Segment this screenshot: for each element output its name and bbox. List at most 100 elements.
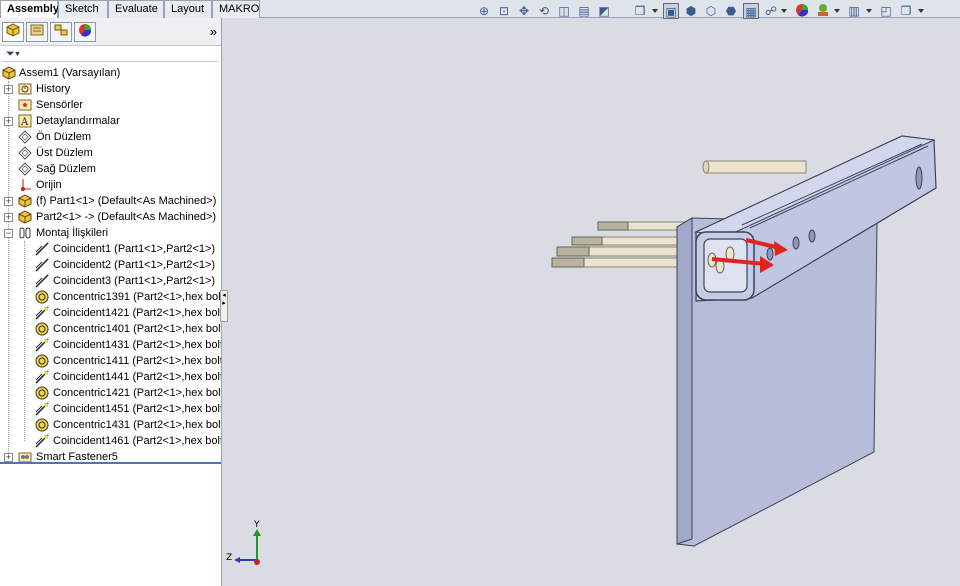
feature-manager-icon[interactable] [2,22,24,42]
display-style-shaded-icon[interactable]: ⬢ [683,3,699,19]
view-settings-icon[interactable]: ▥ [846,3,862,19]
tree-item-label: History [36,83,71,95]
window-icon[interactable]: ❐ [898,3,914,19]
edit-appearance-icon[interactable] [794,3,810,19]
rollback-bar[interactable] [0,462,221,464]
configuration-manager-icon[interactable] [50,22,72,42]
tab-evaluate[interactable]: Evaluate [108,0,164,18]
3d-view-icon[interactable]: ◰ [878,3,894,19]
origin-icon [18,178,32,192]
hidden-lines-icon[interactable]: ⬡ [703,3,719,19]
apply-scene-icon[interactable] [815,3,831,19]
section-view-icon[interactable]: ◫ [556,3,572,19]
previous-view-icon[interactable]: ◩ [596,3,612,19]
tree-item-part2[interactable]: + Part2<1> -> (Default<As Machined>) [0,209,221,225]
view-orientation-icon[interactable]: ❒ [632,3,648,19]
expand-icon[interactable]: + [4,453,13,462]
bolt-upper[interactable] [702,160,807,174]
part-icon [18,194,32,208]
concentric-icon [35,322,49,336]
expand-panel-icon[interactable]: » [210,24,217,39]
feature-manager-tabs: » [0,18,221,46]
tree-item-sensors[interactable]: Sensörler [0,97,221,113]
display-style-shaded-edges-icon[interactable]: ▣ [663,3,679,19]
zoom-to-fit-icon[interactable]: ⊕ [476,3,492,19]
zoom-to-area-icon[interactable]: ⊡ [496,3,512,19]
tree-item-label: Coincident1441 (Part2<1>,hex bolt g [53,371,221,383]
bolt-lower[interactable] [551,257,689,268]
pan-icon[interactable]: ✥ [516,3,532,19]
coincident-icon [35,242,49,256]
tree-item-label: Coincident1451 (Part2<1>,hex bolt g [53,403,221,415]
tree-item-label: Üst Düzlem [36,147,93,159]
plane-icon [18,130,32,144]
tree-item-mate[interactable]: Concentric1431 (Part2<1>,hex bolt g [0,417,221,433]
graphics-viewport[interactable] [222,18,960,586]
coincident-icon [35,370,49,384]
hide-show-items-icon[interactable]: ☍ [763,3,779,19]
concentric-icon [35,290,49,304]
tree-item-mate[interactable]: Coincident1431 (Part2<1>,hex bolt g [0,337,221,353]
tree-item-mate[interactable]: Concentric1401 (Part2<1>,hex bolt g [0,321,221,337]
tab-assembly[interactable]: Assembly [0,0,59,19]
tree-item-mate[interactable]: Coincident1451 (Part2<1>,hex bolt g [0,401,221,417]
tree-item-top-plane[interactable]: Üst Düzlem [0,145,221,161]
assembly-icon [2,66,16,80]
tree-item-mate[interactable]: Coincident1441 (Part2<1>,hex bolt g [0,369,221,385]
expand-icon[interactable]: + [4,197,13,206]
collapse-icon[interactable]: − [4,229,13,238]
tree-item-mate[interactable]: Coincident1421 (Part2<1>,hex bolt g [0,305,221,321]
tab-makro[interactable]: MAKRO [212,0,260,18]
history-icon [18,82,32,96]
tab-layout[interactable]: Layout [164,0,212,18]
tree-item-annotations[interactable]: + A Detaylandırmalar [0,113,221,129]
tree-item-label: Detaylandırmalar [36,115,120,127]
expand-icon[interactable]: + [4,213,13,222]
tree-item-front-plane[interactable]: Ön Düzlem [0,129,221,145]
tree-item-right-plane[interactable]: Sağ Düzlem [0,161,221,177]
tree-item-mate[interactable]: Coincident2 (Part1<1>,Part2<1>) [0,257,221,273]
rotate-icon[interactable]: ⟲ [536,3,552,19]
property-manager-icon[interactable] [26,22,48,42]
filter-icon[interactable]: ⏷▾ [6,48,20,61]
feature-manager-panel: » ⏷▾ Assem1 (Varsayılan) + History Sensö… [0,18,222,586]
tree-item-origin[interactable]: Orijin [0,177,221,193]
triad-y-label: Y [254,520,260,530]
tab-sketch[interactable]: Sketch [58,0,108,18]
tree-item-label: Coincident1 (Part1<1>,Part2<1>) [53,243,216,255]
tree-item-mate[interactable]: Concentric1411 (Part2<1>,hex bolt g [0,353,221,369]
display-style-pressed-icon[interactable]: ▦ [743,3,759,19]
bolt-mid-1[interactable] [597,221,689,231]
tree-item-label: Coincident2 (Part1<1>,Part2<1>) [53,259,216,271]
tree-item-mate[interactable]: Coincident3 (Part1<1>,Part2<1>) [0,273,221,289]
dynamic-annotation-icon[interactable]: ▤ [576,3,592,19]
tree-item-mates[interactable]: − Montaj İlişkileri [0,225,221,241]
tree-item-mate[interactable]: Coincident1461 (Part2<1>,hex bolt g [0,433,221,449]
display-manager-icon[interactable] [74,22,96,42]
tree-item-mate[interactable]: Coincident1 (Part1<1>,Part2<1>) [0,241,221,257]
part-icon [18,210,32,224]
chevron-down-icon[interactable] [866,9,872,13]
expand-icon[interactable]: + [4,85,13,94]
chevron-down-icon[interactable] [652,9,658,13]
bolt-mid-3[interactable] [556,246,689,257]
tree-item-label: Coincident1461 (Part2<1>,hex bolt g [53,435,221,447]
chevron-down-icon[interactable] [834,9,840,13]
tree-item-label: Ön Düzlem [36,131,92,143]
tree-item-history[interactable]: + History [0,81,221,97]
chevron-down-icon[interactable] [781,9,787,13]
tree-item-part1[interactable]: + (f) Part1<1> (Default<As Machined>) [0,193,221,209]
chevron-down-icon[interactable] [918,9,924,13]
tree-item-label: (f) Part1<1> (Default<As Machined>) [36,195,217,207]
plane-icon [18,162,32,176]
tree-item-mate[interactable]: Concentric1421 (Part2<1>,hex bolt g [0,385,221,401]
wireframe-icon[interactable]: ⬣ [723,3,739,19]
tree-item-assem1[interactable]: Assem1 (Varsayılan) [0,65,221,81]
coincident-icon [35,434,49,448]
concentric-icon [35,354,49,368]
tree-item-label: Assem1 (Varsayılan) [19,67,121,79]
tree-item-mate[interactable]: Concentric1391 (Part2<1>,hex bolt g [0,289,221,305]
expand-icon[interactable]: + [4,117,13,126]
tree-filter[interactable]: ⏷▾ [2,47,218,62]
bolt-mid-2[interactable] [571,236,689,246]
